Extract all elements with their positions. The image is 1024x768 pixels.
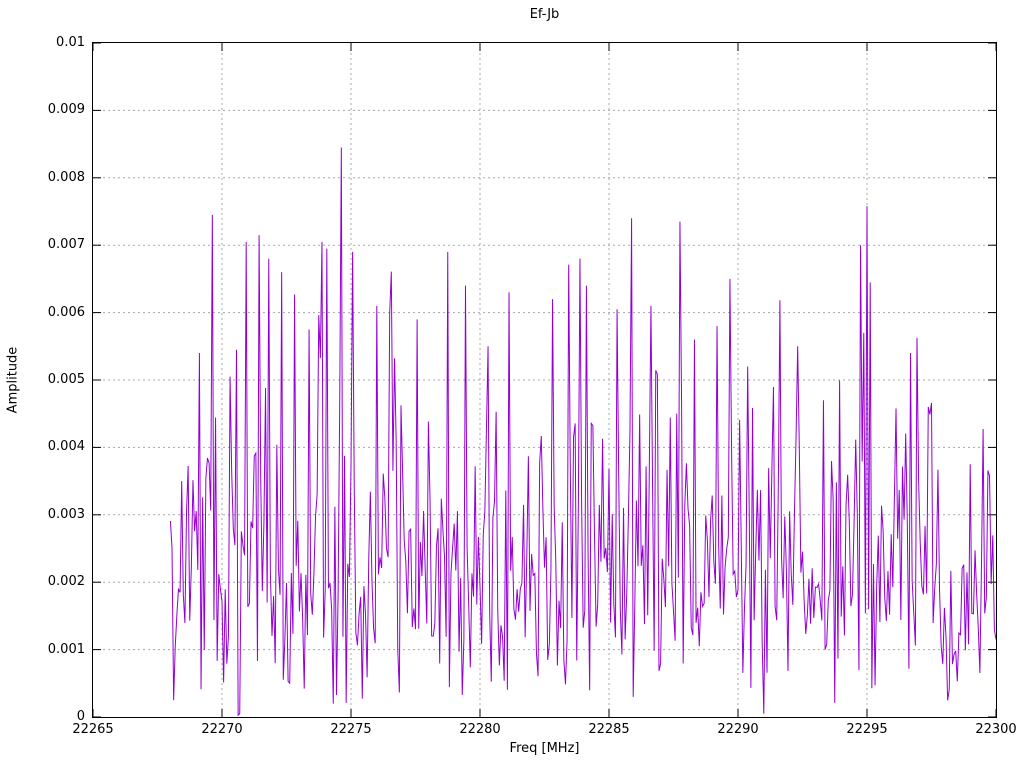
plot-canvas	[93, 43, 996, 717]
x-tick-label: 22285	[588, 722, 630, 737]
x-tick-label: 22280	[459, 722, 501, 737]
x-tick-label: 22275	[330, 722, 372, 737]
y-tick-label: 0.01	[56, 35, 85, 50]
x-tick-label: 22290	[717, 722, 759, 737]
y-tick-label: 0.006	[47, 304, 85, 320]
y-tick-label: 0.005	[47, 372, 85, 387]
x-tick-label: 22270	[201, 722, 243, 737]
y-tick-label: 0.002	[47, 574, 85, 590]
x-tick-label: 22295	[846, 722, 888, 737]
data-series	[169, 147, 996, 717]
y-tick-label: 0.001	[47, 641, 85, 657]
x-tick-label: 22300	[975, 722, 1017, 737]
y-tick-label: 0.007	[47, 237, 85, 253]
chart-figure: Ef-Jb Amplitude Freq [MHz] 22265 22270 222…	[0, 0, 1024, 768]
y-tick-label: 0	[76, 709, 85, 724]
y-tick-label: 0.004	[47, 439, 85, 455]
x-axis-label: Freq [MHz]	[509, 741, 580, 756]
x-tick-label: 22265	[72, 722, 114, 737]
plot-area	[92, 42, 997, 718]
y-tick-label: 0.008	[47, 169, 85, 185]
y-tick-label: 0.003	[47, 506, 85, 522]
chart-title: Ef-Jb	[529, 7, 560, 22]
y-tick-label: 0.009	[47, 102, 85, 118]
